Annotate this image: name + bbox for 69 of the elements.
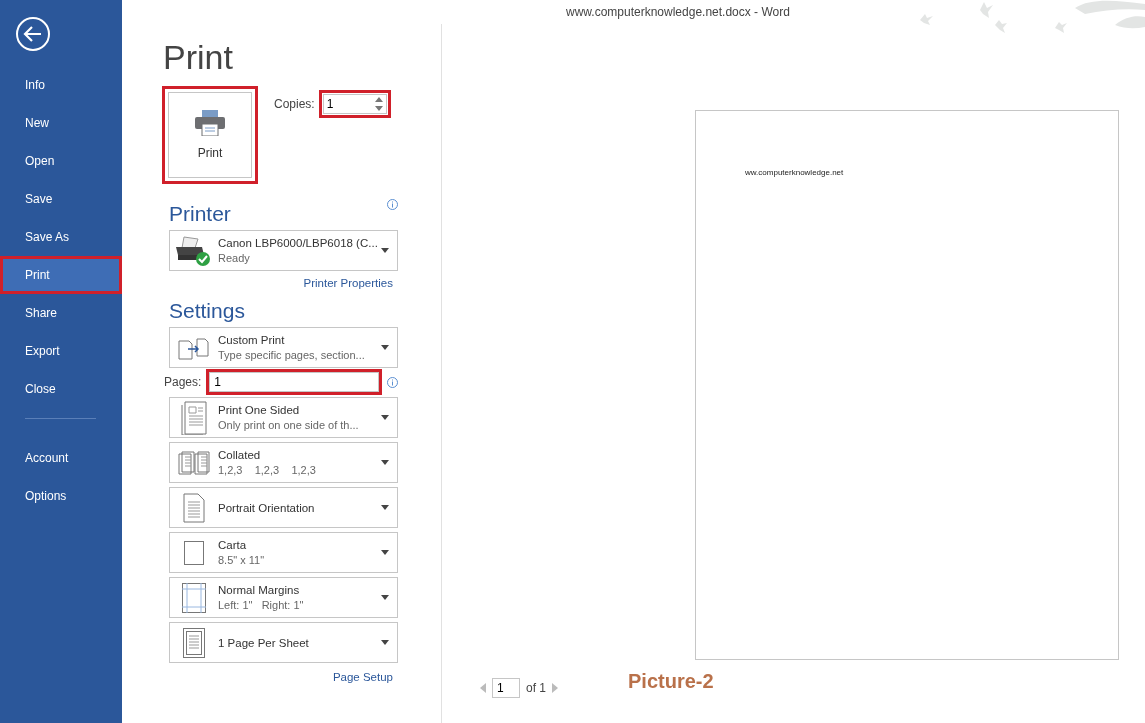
option-title: Normal Margins (218, 584, 301, 596)
print-button[interactable]: Print (162, 86, 258, 184)
settings-dropdown[interactable]: Custom Print Type specific pages, section... (169, 327, 398, 368)
dropdown-caret-icon (381, 415, 389, 420)
page-number-field[interactable]: 1 (492, 678, 520, 698)
settings-dropdown[interactable]: 1 Page Per Sheet (169, 622, 398, 663)
window-title: www.computerknowledge.net.docx - Word (566, 4, 790, 21)
info-icon[interactable] (387, 199, 398, 210)
option-title: Print One Sided (218, 404, 301, 416)
printer-ready-icon (176, 234, 212, 267)
dropdown-caret-icon (381, 345, 389, 350)
option-subtitle: 8.5" x 11" (218, 554, 266, 566)
settings-dropdown[interactable]: Carta 8.5" x 11" (169, 532, 398, 573)
sidebar-item[interactable]: Open (0, 142, 122, 180)
dropdown-caret-icon (381, 550, 389, 555)
printer-icon (195, 110, 225, 136)
settings-heading: Settings (169, 299, 245, 323)
printer-properties-link[interactable]: Printer Properties (303, 277, 393, 289)
caption: Picture-2 (628, 669, 714, 693)
option-title: Portrait Orientation (218, 501, 316, 514)
previous-page-icon[interactable] (480, 683, 486, 693)
option-subtitle: Left: 1" Right: 1" (218, 599, 305, 611)
printer-status: Ready (218, 252, 251, 264)
settings-dropdown[interactable]: Print One Sided Only print on one side of th... (169, 397, 398, 438)
margins-icon (182, 582, 206, 613)
sidebar-item[interactable]: Export (0, 332, 122, 370)
copies-label: Copies: (274, 97, 315, 111)
settings-dropdown[interactable]: Normal Margins Left: 1" Right: 1" (169, 577, 398, 618)
sidebar-item[interactable]: Account (0, 439, 122, 477)
option-subtitle: Type specific pages, section... (218, 349, 366, 361)
pages-label: Pages: (164, 375, 202, 389)
dropdown-caret-icon (381, 505, 389, 510)
settings-dropdown[interactable]: Portrait Orientation (169, 487, 398, 528)
dropdown-caret-icon (381, 595, 389, 600)
option-title: 1 Page Per Sheet (218, 636, 310, 649)
stacked-pages-icon (178, 450, 210, 475)
sidebar-item[interactable]: Print (0, 256, 122, 294)
page-setup-link[interactable]: Page Setup (332, 671, 393, 683)
document-icon (183, 492, 205, 523)
printer-heading: Printer (169, 202, 231, 226)
page-text: ww.computerknowledge.net (745, 168, 844, 177)
option-title: Custom Print (218, 334, 286, 346)
sidebar-item[interactable]: Share (0, 294, 122, 332)
dropdown-caret-icon (381, 248, 389, 253)
pages-field[interactable]: 1 (209, 372, 380, 392)
printer-name: Canon LBP6000/LBP6018 (C... (218, 237, 379, 249)
spin-arrows-icon[interactable] (374, 97, 383, 111)
document-icon (181, 400, 207, 435)
sidebar-item[interactable]: Save (0, 180, 122, 218)
sidebar-item[interactable]: Close (0, 370, 122, 408)
next-page-icon[interactable] (552, 683, 558, 693)
dropdown-caret-icon (381, 460, 389, 465)
option-subtitle: Only print on one side of th... (218, 419, 360, 431)
page-icon (184, 540, 204, 565)
page-total: of 1 (526, 681, 546, 695)
page-heading: Print (163, 38, 234, 78)
option-title: Carta (218, 539, 248, 551)
back-icon[interactable] (15, 16, 51, 52)
sidebar-item[interactable]: Info (0, 66, 122, 104)
printer-dropdown[interactable]: Canon LBP6000/LBP6018 (C... Ready (169, 230, 398, 271)
settings-dropdown[interactable]: Collated 1,2,3 1,2,3 1,2,3 (169, 442, 398, 483)
document-icon (183, 627, 205, 658)
sidebar-item[interactable]: Options (0, 477, 122, 515)
sidebar-item[interactable]: Save As (0, 218, 122, 256)
option-subtitle: 1,2,3 1,2,3 1,2,3 (218, 464, 317, 476)
info-icon[interactable] (387, 376, 399, 388)
dropdown-caret-icon (381, 640, 389, 645)
sidebar-item[interactable]: New (0, 104, 122, 142)
option-title: Collated (218, 449, 262, 461)
